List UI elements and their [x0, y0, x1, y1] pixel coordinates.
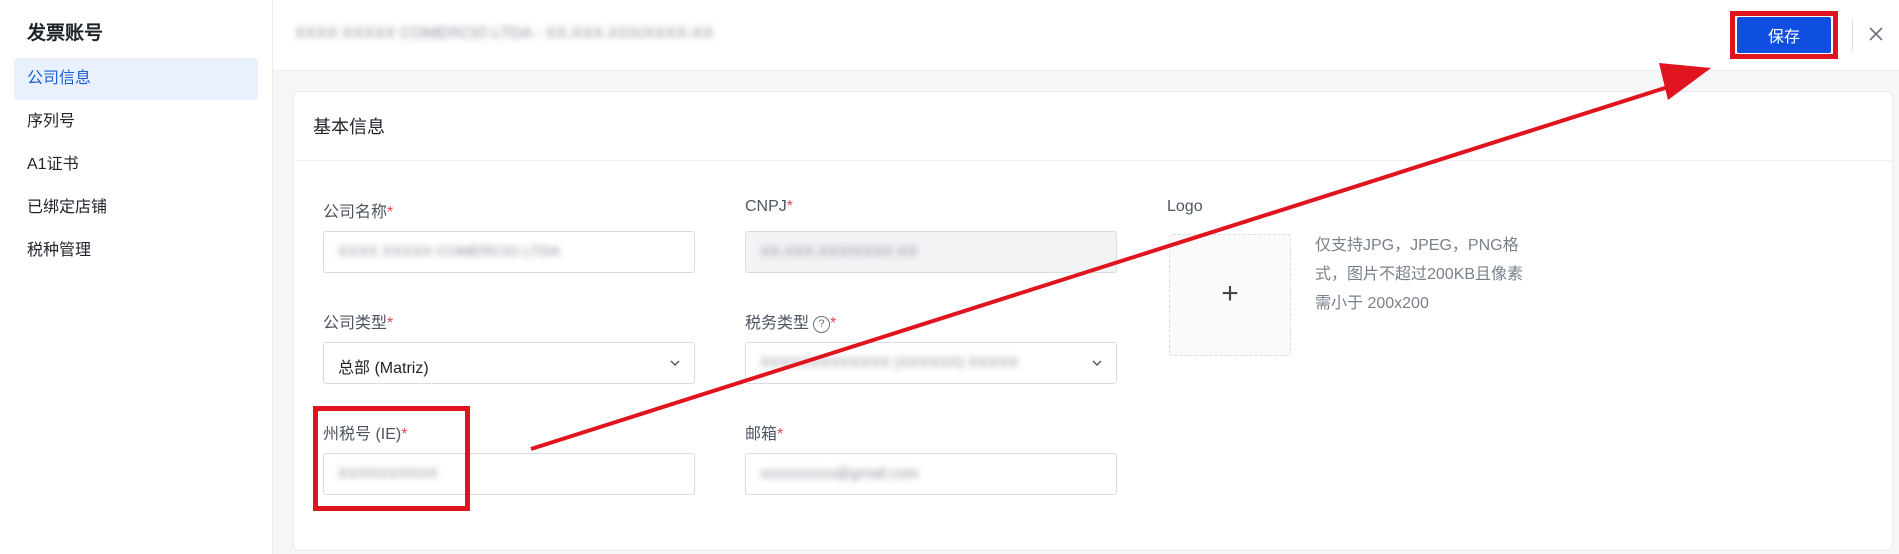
company-name-input[interactable]: XXXX XXXXX COMERCIO LTDA	[323, 231, 695, 273]
chevron-down-icon	[670, 360, 680, 366]
email-value: xxxxxxxxxx@gmail.com	[760, 465, 919, 482]
sidebar-item-serial-number[interactable]: 序列号	[14, 101, 258, 143]
logo-upload[interactable]: +	[1169, 234, 1291, 356]
state-tax-number-input[interactable]: XXXXXXXXXX	[323, 453, 695, 495]
sidebar-title: 发票账号	[27, 23, 104, 44]
sidebar-item-company-info[interactable]: 公司信息	[14, 58, 258, 100]
close-icon[interactable]	[1866, 24, 1886, 44]
cnpj-value: XX.XXX.XXX/XXXX-XX	[760, 243, 918, 260]
company-name-value: XXXX XXXXX COMERCIO LTDA	[338, 243, 561, 260]
company-header-text: XXXX XXXXX COMERCIO LTDA - XX.XXX.XXX/XX…	[295, 25, 714, 42]
email-label: 邮箱*	[745, 426, 784, 443]
topbar-divider	[1852, 19, 1853, 51]
logo-upload-hint: 仅支持JPG，JPEG，PNG格式，图片不超过200KB且像素需小于 200x2…	[1315, 237, 1524, 312]
company-type-select[interactable]: 总部 (Matriz)	[323, 342, 695, 384]
help-icon[interactable]: ?	[813, 316, 831, 333]
cnpj-label: CNPJ*	[745, 198, 794, 215]
plus-icon: +	[1221, 277, 1239, 310]
save-button[interactable]: 保存	[1737, 17, 1831, 53]
state-tax-number-label: 州税号 (IE)*	[323, 426, 408, 443]
email-input[interactable]: xxxxxxxxxx@gmail.com	[745, 453, 1117, 495]
sidebar: 发票账号 公司信息 序列号 A1证书 已绑定店铺 税种管理	[0, 0, 273, 554]
sidebar-item-bound-stores[interactable]: 已绑定店铺	[14, 187, 258, 229]
chevron-down-icon	[1092, 360, 1102, 366]
tax-type-select[interactable]: XXXXXXXXXXXXX (XXXXXX) XXXXX	[745, 342, 1117, 384]
logo-label: Logo	[1167, 198, 1203, 215]
cnpj-input: XX.XXX.XXX/XXXX-XX	[745, 231, 1117, 273]
company-type-label: 公司类型*	[323, 315, 394, 332]
tax-type-value: XXXXXXXXXXXXX (XXXXXX) XXXXX	[760, 354, 1019, 371]
sidebar-item-tax-management[interactable]: 税种管理	[14, 230, 258, 272]
tax-type-label: 税务类型? *	[745, 315, 837, 333]
topbar: XXXX XXXXX COMERCIO LTDA - XX.XXX.XXX/XX…	[273, 0, 1899, 71]
state-tax-number-value: XXXXXXXXXX	[338, 465, 439, 482]
sidebar-item-a1-certificate[interactable]: A1证书	[14, 144, 258, 186]
company-type-value: 总部 (Matriz)	[338, 360, 429, 377]
card-title: 基本信息	[313, 117, 385, 137]
company-name-label: 公司名称*	[323, 204, 394, 221]
card-header: 基本信息	[294, 92, 1892, 161]
